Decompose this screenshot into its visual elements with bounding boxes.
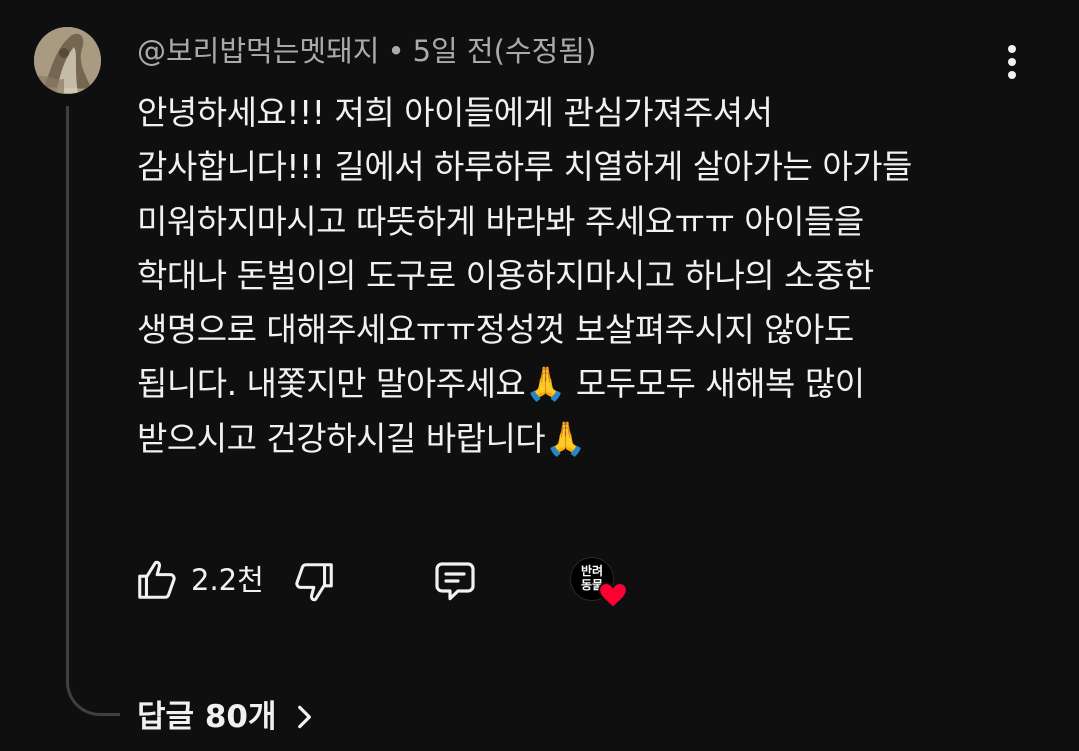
heart-icon bbox=[598, 582, 628, 609]
thread-connector-line bbox=[66, 106, 120, 716]
like-button[interactable] bbox=[134, 557, 180, 603]
creator-avatar-text: 반려 bbox=[580, 564, 604, 578]
comment-line: 받으시고 건강하시길 바랍니다🙏 bbox=[137, 418, 586, 458]
reply-button[interactable] bbox=[431, 557, 479, 605]
dislike-button[interactable] bbox=[291, 559, 337, 605]
more-options-button[interactable] bbox=[992, 40, 1032, 84]
avatar-image bbox=[34, 27, 101, 94]
header-separator: • bbox=[387, 34, 405, 68]
thumbs-up-icon bbox=[138, 560, 176, 599]
like-count: 2.2천 bbox=[191, 563, 264, 597]
comment-line: 생명으로 대해주세요ㅠㅠ정성껏 보살펴주시지 않아도 bbox=[137, 310, 854, 350]
creator-heart-badge: 반려 동물 bbox=[570, 557, 630, 613]
more-dot-icon bbox=[1008, 71, 1016, 79]
author-handle[interactable]: @보리밥먹는멧돼지 bbox=[137, 34, 379, 68]
thumbs-down-icon bbox=[295, 563, 333, 602]
comment-actions: 2.2천 반려 동물 bbox=[134, 554, 694, 609]
comment-line: 안녕하세요!!! 저희 아이들에게 관심가져주셔서 bbox=[137, 93, 773, 132]
view-replies-button[interactable]: 답글 80개 bbox=[137, 692, 317, 742]
comment-timestamp[interactable]: 5일 전(수정됨) bbox=[413, 34, 597, 68]
comment-line: 감사합니다!!! 길에서 하루하루 치열하게 살아가는 아가들 bbox=[137, 147, 912, 187]
comment-header: @보리밥먹는멧돼지 • 5일 전(수정됨) bbox=[137, 30, 596, 72]
comment-line: 학대나 돈벌이의 도구로 이용하지마시고 하나의 소중한 bbox=[137, 255, 874, 295]
comment-thread: @보리밥먹는멧돼지 • 5일 전(수정됨) 안녕하세요!!! 저희 아이들에게 관심… bbox=[0, 0, 1079, 751]
comment-icon bbox=[435, 562, 475, 601]
comment-line: 됩니다. 내쫓지만 말아주세요🙏 모두모두 새해복 많이 bbox=[137, 364, 865, 404]
more-dot-icon bbox=[1008, 58, 1016, 66]
chevron-right-icon bbox=[297, 705, 311, 729]
comment-text: 안녕하세요!!! 저희 아이들에게 관심가져주셔서 감사합니다!!! 길에서 하… bbox=[137, 86, 1037, 466]
comment-line: 미워하지마시고 따뜻하게 바라봐 주세요ㅠㅠ 아이들을 bbox=[137, 201, 864, 241]
more-dot-icon bbox=[1008, 45, 1016, 53]
author-avatar[interactable] bbox=[34, 27, 101, 94]
replies-count-label: 답글 80개 bbox=[137, 699, 277, 735]
